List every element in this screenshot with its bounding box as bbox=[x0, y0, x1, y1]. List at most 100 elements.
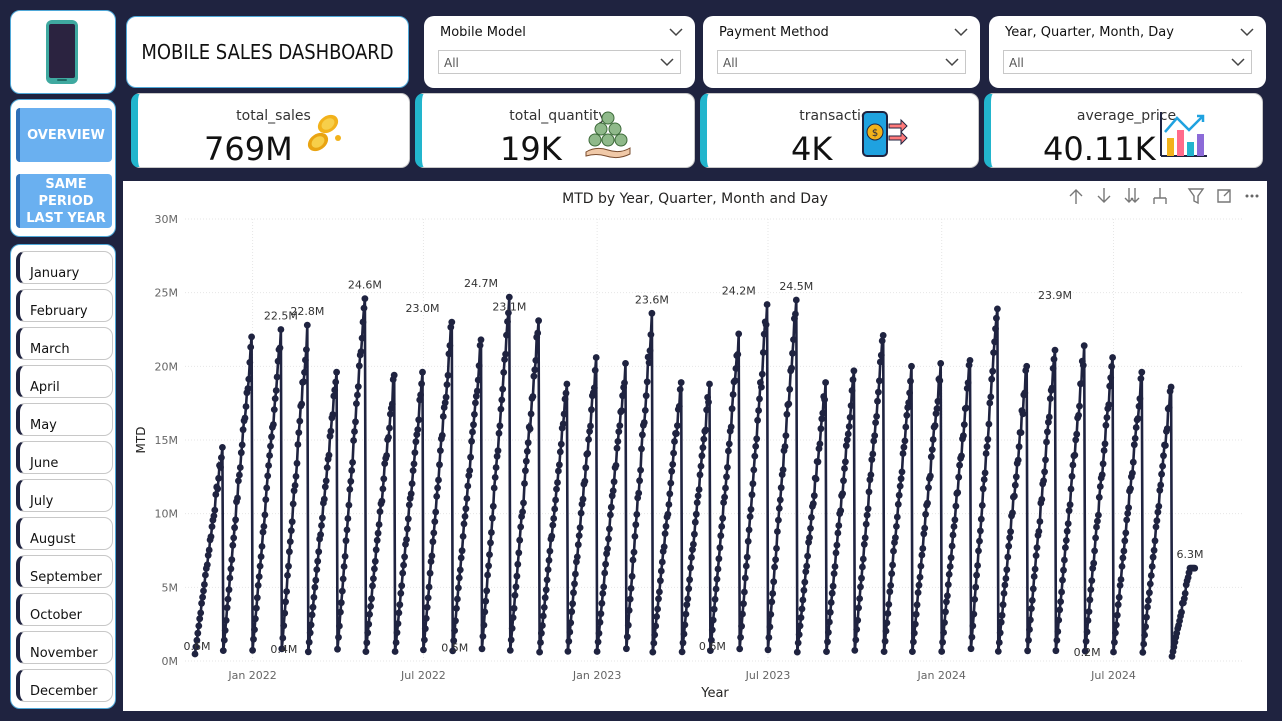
data-point bbox=[773, 545, 780, 552]
data-point bbox=[469, 428, 476, 436]
data-point bbox=[691, 530, 698, 538]
data-point bbox=[527, 410, 535, 418]
data-point bbox=[744, 537, 752, 545]
money-stack-hand-icon bbox=[585, 111, 631, 159]
data-point bbox=[706, 380, 713, 388]
data-point bbox=[320, 495, 328, 503]
mtd-line-chart[interactable]: MTD by Year, Quarter, Month and Day 0M 5M 1… bbox=[123, 181, 1267, 711]
data-point bbox=[799, 596, 807, 604]
data-point bbox=[885, 601, 893, 608]
data-point bbox=[901, 437, 909, 445]
data-point bbox=[207, 533, 215, 541]
chevron-down-icon[interactable] bbox=[669, 27, 683, 37]
data-point bbox=[376, 508, 384, 515]
data-point bbox=[523, 447, 531, 455]
same-period-last-year-button[interactable]: SAME PERIOD LAST YEAR bbox=[16, 174, 112, 228]
data-point bbox=[888, 570, 896, 577]
data-point bbox=[296, 417, 304, 425]
filter-icon[interactable] bbox=[1187, 188, 1205, 205]
data-point bbox=[437, 447, 444, 454]
data-point bbox=[1023, 362, 1031, 370]
data-point bbox=[1082, 637, 1090, 645]
data-point bbox=[426, 569, 434, 577]
data-point bbox=[635, 489, 643, 497]
data-point bbox=[819, 409, 827, 417]
data-point bbox=[256, 562, 264, 570]
data-point bbox=[749, 480, 757, 488]
month-label: October bbox=[30, 608, 83, 623]
data-point bbox=[612, 462, 620, 469]
month-button-january[interactable]: January bbox=[16, 251, 113, 284]
data-point bbox=[665, 501, 673, 508]
data-point bbox=[412, 438, 420, 446]
month-button-october[interactable]: October bbox=[16, 593, 113, 626]
data-point bbox=[833, 541, 841, 549]
data-point bbox=[228, 556, 236, 564]
data-point bbox=[1030, 573, 1038, 580]
month-button-may[interactable]: May bbox=[16, 403, 113, 436]
month-button-june[interactable]: June bbox=[16, 441, 113, 474]
data-point bbox=[480, 621, 488, 629]
month-button-march[interactable]: March bbox=[16, 327, 113, 360]
data-point bbox=[832, 549, 840, 557]
icon-path bbox=[1217, 189, 1231, 203]
month-button-november[interactable]: November bbox=[16, 631, 113, 664]
data-point bbox=[822, 379, 829, 386]
data-point bbox=[758, 370, 766, 378]
data-point bbox=[431, 518, 439, 525]
date-hierarchy-dropdown[interactable]: All bbox=[1003, 50, 1252, 74]
more-options-icon[interactable] bbox=[1245, 194, 1259, 198]
data-point bbox=[1048, 384, 1056, 392]
expand-hierarchy-icon[interactable] bbox=[1153, 188, 1167, 204]
data-point bbox=[986, 399, 994, 407]
data-point bbox=[353, 400, 360, 407]
arrow-up-icon[interactable] bbox=[1069, 189, 1083, 204]
mobile-model-dropdown[interactable]: All bbox=[438, 50, 681, 74]
x-tick-label: Jul 2022 bbox=[400, 669, 446, 682]
data-point bbox=[934, 397, 942, 405]
data-point bbox=[584, 450, 592, 457]
double-arrow-down-icon[interactable] bbox=[1124, 188, 1140, 203]
chart-title: MTD by Year, Quarter, Month and Day bbox=[562, 191, 828, 207]
data-point bbox=[973, 571, 980, 579]
arrow-down-icon[interactable] bbox=[1097, 188, 1111, 203]
data-point bbox=[789, 349, 796, 357]
data-point bbox=[741, 588, 748, 596]
data-point bbox=[517, 523, 525, 531]
data-point bbox=[551, 505, 559, 513]
data-point bbox=[368, 595, 375, 603]
data-point bbox=[849, 376, 857, 384]
data-point bbox=[742, 562, 750, 570]
data-point bbox=[861, 534, 869, 542]
month-button-august[interactable]: August bbox=[16, 517, 113, 550]
data-point bbox=[293, 459, 301, 467]
date-hierarchy-slicer: Year, Quarter, Month, Day All bbox=[989, 16, 1266, 88]
data-point bbox=[882, 627, 890, 635]
data-point bbox=[1011, 481, 1019, 489]
data-point bbox=[473, 387, 481, 395]
data-point bbox=[461, 513, 469, 520]
data-point bbox=[588, 406, 595, 414]
data-point bbox=[1110, 648, 1117, 656]
data-point bbox=[1138, 368, 1146, 376]
data-point bbox=[997, 618, 1005, 626]
month-button-july[interactable]: July bbox=[16, 479, 113, 512]
overview-button[interactable]: OVERVIEW bbox=[16, 108, 112, 162]
month-button-february[interactable]: February bbox=[16, 289, 113, 322]
mobile-phone-icon bbox=[46, 20, 78, 84]
month-button-december[interactable]: December bbox=[16, 669, 113, 702]
data-label: 22.8M bbox=[290, 305, 324, 318]
payment-method-dropdown[interactable]: All bbox=[717, 50, 966, 74]
data-point bbox=[200, 587, 207, 595]
focus-mode-icon[interactable] bbox=[1217, 189, 1231, 203]
month-button-september[interactable]: September bbox=[16, 555, 113, 588]
data-point bbox=[364, 629, 372, 637]
month-button-april[interactable]: April bbox=[16, 365, 113, 398]
chevron-down-icon bbox=[660, 58, 674, 67]
chevron-down-icon[interactable] bbox=[1240, 27, 1254, 37]
data-point bbox=[1101, 440, 1109, 448]
data-point bbox=[996, 629, 1004, 637]
data-point bbox=[446, 342, 454, 349]
data-point bbox=[373, 536, 381, 544]
chevron-down-icon[interactable] bbox=[954, 27, 968, 37]
